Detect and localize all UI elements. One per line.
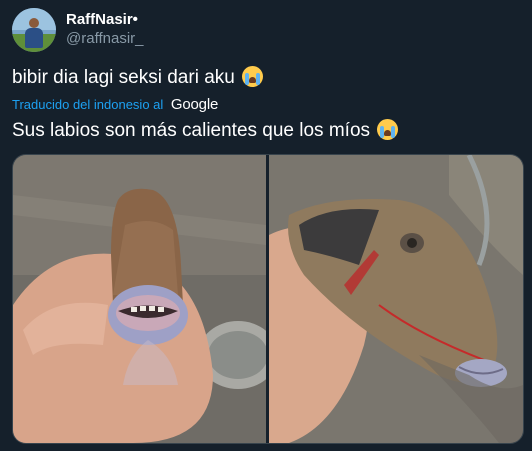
- fish-lips-front-photo[interactable]: [13, 155, 266, 443]
- tweet-media[interactable]: [12, 154, 524, 444]
- google-logo: Google: [170, 96, 219, 113]
- author-names: RaffNasir• @raffnasir_: [66, 11, 143, 48]
- translated-text-content: Sus labios son más calientes que los mío…: [12, 120, 371, 141]
- tweet-header: RaffNasir• @raffnasir_: [12, 8, 520, 52]
- translation-notice[interactable]: Traducido del indonesio al Google: [12, 96, 218, 114]
- fish-lips-side-photo[interactable]: [269, 155, 523, 443]
- loudly-crying-face-icon: [377, 119, 399, 140]
- tweet-text: bibir dia lagi seksi dari aku: [12, 65, 520, 91]
- translated-text: Sus labios son más calientes que los mío…: [12, 118, 520, 144]
- translate-label[interactable]: Traducido del indonesio al: [12, 97, 163, 112]
- tweet-text-content: bibir dia lagi seksi dari aku: [12, 67, 235, 88]
- user-handle[interactable]: @raffnasir_: [66, 29, 143, 48]
- loudly-crying-face-icon: [242, 66, 264, 87]
- display-name[interactable]: RaffNasir•: [66, 11, 143, 29]
- avatar[interactable]: [12, 8, 56, 52]
